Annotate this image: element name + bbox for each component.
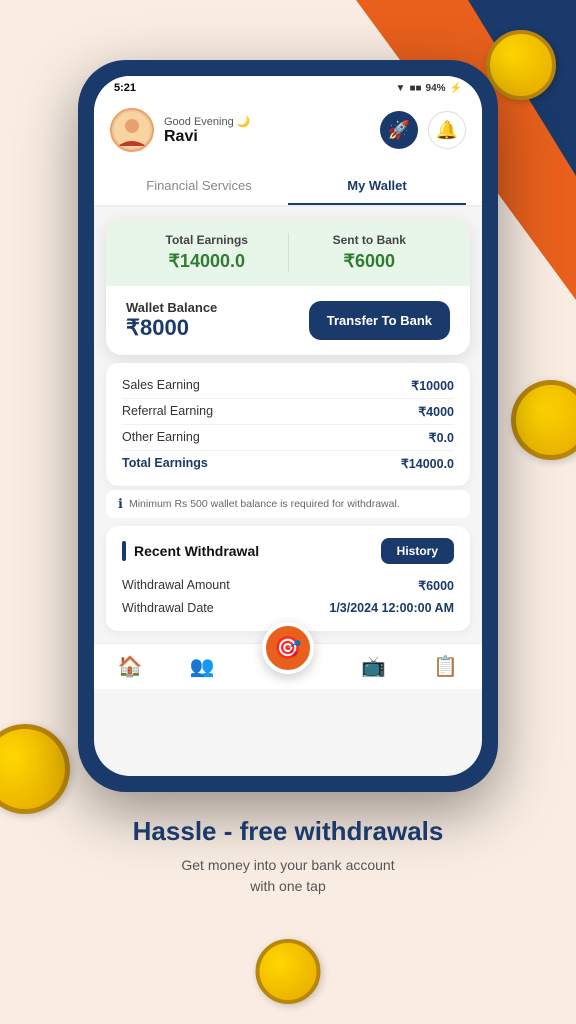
subtext: Get money into your bank accountwith one… <box>40 855 536 897</box>
withdrawal-amount-row: Withdrawal Amount ₹6000 <box>122 574 454 597</box>
breakdown-value-sales: ₹10000 <box>411 378 454 393</box>
signal-icon: ■■ <box>409 83 421 94</box>
transfer-to-bank-button[interactable]: Transfer To Bank <box>309 301 450 340</box>
status-icons: ▼ ■■ 94% ⚡ <box>396 83 462 94</box>
sent-to-bank-label: Sent to Bank <box>289 233 451 247</box>
user-name: Ravi <box>164 128 250 146</box>
header: Good Evening 🌙 Ravi 🚀 🔔 <box>94 100 482 164</box>
greeting-text: Good Evening 🌙 <box>164 115 250 128</box>
withdrawal-amount-value: ₹6000 <box>418 578 454 593</box>
team-icon: 👥 <box>190 654 215 679</box>
sent-to-bank-col: Sent to Bank ₹6000 <box>289 233 451 272</box>
breakdown-row-other: Other Earning ₹0.0 <box>122 425 454 451</box>
nav-videos[interactable]: 📺 <box>361 654 386 679</box>
phone-screen: 5:21 ▼ ■■ 94% ⚡ <box>94 76 482 776</box>
status-bar: 5:21 ▼ ■■ 94% ⚡ <box>94 76 482 100</box>
breakdown-label-other: Other Earning <box>122 430 200 445</box>
breakdown-label-sales: Sales Earning <box>122 378 200 393</box>
history-button[interactable]: History <box>381 538 454 564</box>
tabs: Financial Services My Wallet <box>94 164 482 207</box>
wallet-balance-label: Wallet Balance <box>126 300 217 315</box>
info-icon: ℹ <box>118 496 123 512</box>
rw-title: Recent Withdrawal <box>134 543 259 559</box>
total-earnings-label: Total Earnings <box>126 233 288 247</box>
breakdown-label-referral: Referral Earning <box>122 404 213 419</box>
tasks-icon: 📋 <box>433 654 458 679</box>
target-icon: 🎯 <box>274 635 301 661</box>
bell-button[interactable]: 🔔 <box>428 111 466 149</box>
status-time: 5:21 <box>114 82 136 94</box>
battery-text: 94% <box>426 83 446 94</box>
rocket-icon: 🚀 <box>388 120 410 141</box>
header-left: Good Evening 🌙 Ravi <box>110 108 250 152</box>
recent-withdrawal-section: Recent Withdrawal History Withdrawal Amo… <box>106 526 470 631</box>
coin-bottom-center <box>256 939 321 1004</box>
breakdown-row-referral: Referral Earning ₹4000 <box>122 399 454 425</box>
wallet-balance-value: ₹8000 <box>126 315 217 341</box>
headline: Hassle - free withdrawals <box>40 816 536 847</box>
wallet-section: Wallet Balance ₹8000 Transfer To Bank <box>106 286 470 355</box>
bottom-section: Hassle - free withdrawals Get money into… <box>0 792 576 917</box>
info-note-text: Minimum Rs 500 wallet balance is require… <box>129 498 400 510</box>
phone-wrapper: 5:21 ▼ ■■ 94% ⚡ <box>0 0 576 792</box>
nav-center-button[interactable]: 🎯 <box>262 622 314 674</box>
earnings-breakdown: Sales Earning ₹10000 Referral Earning ₹4… <box>106 363 470 486</box>
breakdown-label-total: Total Earnings <box>122 456 208 471</box>
video-icon: 📺 <box>361 654 386 679</box>
withdrawal-date-label: Withdrawal Date <box>122 601 214 615</box>
battery-icon: ⚡ <box>450 83 462 94</box>
nav-tasks[interactable]: 📋 <box>433 654 458 679</box>
total-earnings-col: Total Earnings ₹14000.0 <box>126 233 289 272</box>
rw-header: Recent Withdrawal History <box>122 538 454 564</box>
phone-frame: 5:21 ▼ ■■ 94% ⚡ <box>78 60 498 792</box>
tab-financial-services[interactable]: Financial Services <box>110 168 288 205</box>
nav-home[interactable]: 🏠 <box>118 654 143 679</box>
nav-team[interactable]: 👥 <box>190 654 215 679</box>
wifi-icon: ▼ <box>396 83 406 94</box>
total-earnings-value: ₹14000.0 <box>126 251 288 272</box>
breakdown-value-total: ₹14000.0 <box>401 456 454 471</box>
earnings-top: Total Earnings ₹14000.0 Sent to Bank ₹60… <box>106 219 470 286</box>
breakdown-row-sales: Sales Earning ₹10000 <box>122 373 454 399</box>
rw-title-wrap: Recent Withdrawal <box>122 541 259 561</box>
header-actions: 🚀 🔔 <box>380 111 466 149</box>
withdrawal-date-row: Withdrawal Date 1/3/2024 12:00:00 AM <box>122 597 454 619</box>
info-note: ℹ Minimum Rs 500 wallet balance is requi… <box>106 490 470 518</box>
rw-accent-bar <box>122 541 126 561</box>
user-info: Good Evening 🌙 Ravi <box>164 115 250 146</box>
withdrawal-amount-label: Withdrawal Amount <box>122 578 230 593</box>
breakdown-value-referral: ₹4000 <box>418 404 454 419</box>
sent-to-bank-value: ₹6000 <box>289 251 451 272</box>
tab-my-wallet[interactable]: My Wallet <box>288 168 466 205</box>
rocket-button[interactable]: 🚀 <box>380 111 418 149</box>
withdrawal-date-value: 1/3/2024 12:00:00 AM <box>329 601 454 615</box>
bottom-nav: 🏠 👥 🎯 📺 📋 <box>94 643 482 689</box>
breakdown-row-total: Total Earnings ₹14000.0 <box>122 451 454 476</box>
breakdown-value-other: ₹0.0 <box>429 430 454 445</box>
wallet-info: Wallet Balance ₹8000 <box>126 300 217 341</box>
home-icon: 🏠 <box>118 654 143 679</box>
avatar <box>110 108 154 152</box>
earnings-card: Total Earnings ₹14000.0 Sent to Bank ₹60… <box>106 219 470 355</box>
bell-icon: 🔔 <box>436 120 458 141</box>
